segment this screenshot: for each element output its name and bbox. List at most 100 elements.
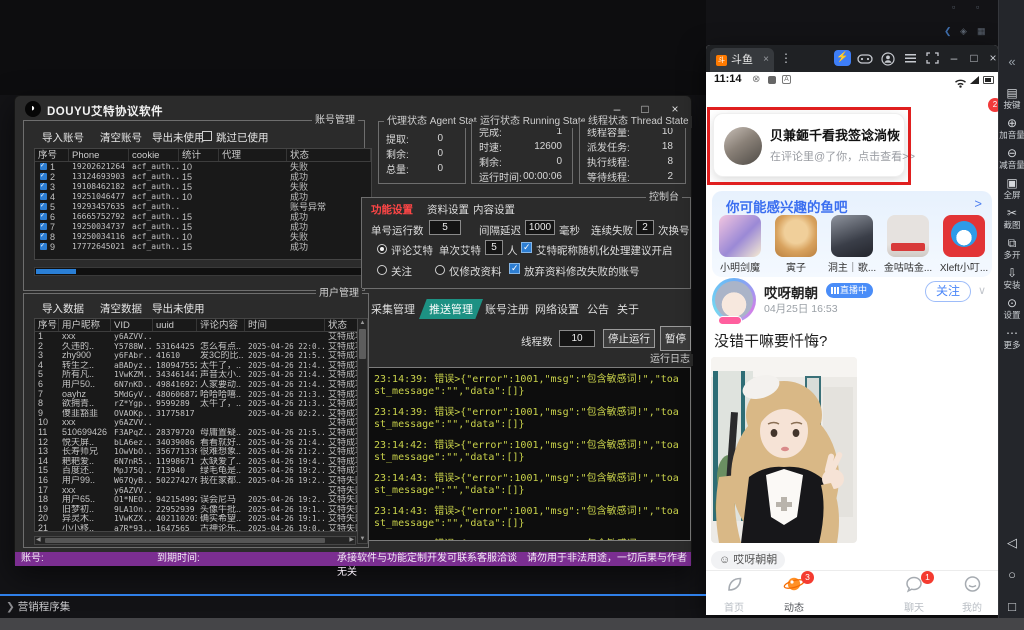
taskbar-item[interactable]: ❯ 营销程序集 [6, 599, 70, 614]
col-header[interactable]: 评论内容 [197, 319, 245, 331]
boost-icon[interactable]: ⚡ [834, 50, 851, 66]
col-header[interactable]: 序号 [35, 149, 69, 161]
follow-radio[interactable] [377, 265, 387, 275]
nav-chat[interactable]: 1 聊天 [892, 575, 936, 614]
user-row[interactable]: 9 傻韭豁韭 OVAOKp.. 31775817 2025-04-26 02:2… [35, 409, 365, 419]
nav-home[interactable]: 首页 [712, 575, 756, 614]
user-button[interactable]: 导出未使用 [152, 301, 205, 316]
interest-item[interactable]: Xleft小叮... [938, 215, 990, 274]
user-button[interactable]: 清空数据 [100, 301, 142, 316]
emulator-tab[interactable]: 斗 斗鱼 × [710, 48, 774, 72]
toolbar-button[interactable]: ⇩ 安装 [999, 266, 1024, 290]
follow-button[interactable]: 关注 [925, 281, 971, 302]
emulator-tabbar[interactable]: 斗 斗鱼 × ⋮ ⚡ – □ × [706, 45, 998, 72]
manage-tab[interactable]: 公告 [587, 301, 609, 317]
user-row[interactable]: 7 oayhz 5MdGyV.. 480606872 哈哈哈嘻.. 2025-0… [35, 390, 365, 400]
account-hscrollbar[interactable] [34, 267, 372, 276]
chevron-right-icon[interactable]: > [974, 196, 982, 211]
android-nav-button[interactable]: ○ [999, 568, 1024, 582]
run-log[interactable]: 23:14:39: 错误>{"error":1001,"msg":"包含敏感词!… [365, 367, 691, 541]
col-header[interactable]: VID [111, 319, 153, 331]
user-row[interactable]: 18 用户65.. O1*NEO.. 942154992 误会尼马 2025-0… [35, 495, 365, 505]
user-row[interactable]: 5 所有凡.. 1VwKZM.. 343461447 声音太小.. 2025-0… [35, 370, 365, 380]
toolbar-button[interactable]: ⧉ 多开 [999, 236, 1024, 260]
tray-icon[interactable]: ▫ [976, 2, 979, 12]
interest-item[interactable]: 小明剑魔 [714, 215, 766, 274]
manage-tab[interactable]: 推送管理 [419, 299, 483, 319]
user-row[interactable]: 15 百度还.. MpJ75Q.. 713940 绿毛龟是.. 2025-04-… [35, 466, 365, 476]
tray-icon[interactable]: ▫ [952, 2, 955, 12]
tray-icon[interactable]: ◈ [960, 26, 967, 37]
abandon-checkbox[interactable] [509, 263, 520, 274]
col-header[interactable]: 代理 [219, 149, 287, 161]
row-checkbox[interactable] [40, 203, 47, 210]
account-button[interactable]: 导入账号 [42, 130, 84, 145]
manage-tab[interactable]: 关于 [617, 301, 639, 317]
scroll-thumb[interactable] [359, 329, 366, 359]
user-row[interactable]: 20 异灵木.. 1VwKZX.. 402110203 确实希望.. 2025-… [35, 514, 365, 524]
col-header[interactable]: cookie [129, 149, 179, 161]
user-row[interactable]: 19 旧梦初.. 9LA1On.. 22952939 头像牛批.. 2025-0… [35, 505, 365, 515]
interest-item[interactable]: 寅子 [770, 215, 822, 274]
interest-section[interactable]: 你可能感兴趣的鱼吧 > 小明剑魔 寅子 洞主｜歌... [712, 191, 992, 277]
nav-feed[interactable]: 3 动态 [772, 575, 816, 614]
user-row[interactable]: 11 510699426 F3APqZ.. 28379720 母庸置疑.. 20… [35, 428, 365, 438]
account-row[interactable]: 4 19251046477 acf_auth.. 10 成功 [35, 192, 371, 202]
tab-function-settings[interactable]: 功能设置 [371, 202, 413, 217]
col-header[interactable]: 序号 [35, 319, 59, 331]
skip-used-checkbox[interactable] [202, 131, 212, 141]
random-nick-checkbox[interactable] [521, 242, 532, 253]
stop-button[interactable]: 停止运行 [603, 329, 655, 348]
scroll-down-arrow[interactable]: ▼ [358, 535, 367, 543]
toolbar-button[interactable]: ⊙ 设置 [999, 296, 1024, 320]
user-row[interactable]: 3 zhy900 y6FAbr.. 41610 发3C的比.. 2025-04-… [35, 351, 365, 361]
user-button[interactable]: 导入数据 [42, 301, 84, 316]
live-badge[interactable]: 直播中 [826, 283, 873, 298]
col-header[interactable]: 用户昵称 [59, 319, 111, 331]
scroll-right-arrow[interactable]: ▶ [349, 537, 354, 544]
interest-item[interactable]: 洞主｜歌... [826, 215, 878, 274]
account-icon[interactable] [880, 52, 896, 70]
android-nav-button[interactable]: ◁ [999, 536, 1024, 550]
menu-icon[interactable] [902, 52, 918, 68]
modify-only-radio[interactable] [435, 265, 445, 275]
user-row[interactable]: 8 欲拥青.. rZ*Ygp.. 9599289 太牛了，.. 2025-04-… [35, 399, 365, 409]
user-row[interactable]: 2 久违的.. Y5788W.. 53164425 怎么有点.. 2025-04… [35, 342, 365, 352]
account-row[interactable]: 3 19108462182 acf_auth.. 15 失败 [35, 182, 371, 192]
maximize-icon[interactable]: □ [966, 51, 982, 66]
tray-icon[interactable]: ▦ [977, 26, 986, 37]
account-row[interactable]: 1 19202621264 acf_auth.. 10 失败 [35, 162, 371, 172]
nav-me[interactable]: 我的 [950, 575, 994, 614]
scroll-left-arrow[interactable]: ◀ [36, 537, 41, 544]
manage-tab[interactable]: 采集管理 [371, 301, 415, 317]
scroll-thumb[interactable] [36, 269, 76, 274]
user-row[interactable]: 13 长寿师兄 1OwVbO.. 356771336 很难想象.. 2025-0… [35, 447, 365, 457]
col-header[interactable]: uuid [153, 319, 197, 331]
interest-item[interactable]: 金咕咕金... [882, 215, 934, 274]
toolbar-button[interactable]: ⊕ 加音量 [999, 116, 1024, 140]
tab-close-icon[interactable]: × [763, 48, 769, 72]
tab-menu-icon[interactable]: ⋮ [778, 51, 794, 66]
row-checkbox[interactable] [40, 223, 47, 230]
post-avatar[interactable] [712, 278, 756, 322]
user-row[interactable]: 16 用户99.. W67QyB.. 502274276 我在家都.. 2025… [35, 476, 365, 486]
chevron-icon[interactable]: ❮ [944, 26, 952, 37]
account-button[interactable]: 导出未使用 [152, 130, 205, 145]
col-header[interactable]: 时间 [245, 319, 325, 331]
per-at-input[interactable] [485, 240, 503, 255]
user-vscrollbar[interactable]: ▲ ▼ [357, 318, 368, 544]
manage-tab[interactable]: 网络设置 [535, 301, 579, 317]
row-checkbox[interactable] [40, 173, 47, 180]
row-checkbox[interactable] [40, 183, 47, 190]
row-checkbox[interactable] [40, 213, 47, 220]
user-row[interactable]: 12 悦天屏.. bLA6ez.. 34039086 看看就好.. 2025-0… [35, 438, 365, 448]
run-count-input[interactable] [429, 220, 461, 235]
user-row[interactable]: 6 用户50.. 6N7nKD.. 498416927 人家要动.. 2025-… [35, 380, 365, 390]
toolbar-button[interactable]: ⋯ 更多 [999, 326, 1024, 350]
account-row[interactable]: 2 13124693903 acf_auth.. 15 成功 [35, 172, 371, 182]
android-nav-button[interactable]: □ [999, 600, 1024, 614]
col-header[interactable]: Phone [69, 149, 129, 161]
close-icon[interactable]: × [985, 51, 998, 66]
scroll-thumb[interactable] [45, 538, 325, 543]
tab-profile-settings[interactable]: 资料设置 [427, 202, 469, 217]
